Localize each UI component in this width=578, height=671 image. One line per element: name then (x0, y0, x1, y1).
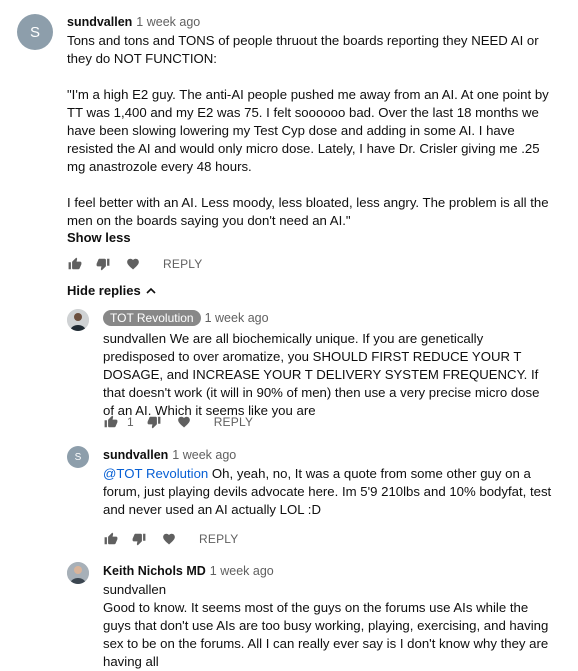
reply-author[interactable]: sundvallen (103, 448, 168, 462)
comment-author[interactable]: sundvallen (67, 15, 132, 29)
chevron-up-icon (146, 286, 156, 296)
reply-time[interactable]: 1 week ago (172, 448, 236, 462)
avatar-letter: S (29, 23, 40, 41)
comment-paragraph: Tons and tons and TONS of people thruout… (67, 33, 539, 66)
reply-avatar[interactable]: S (67, 446, 89, 468)
thumbs-up-icon[interactable] (103, 414, 119, 430)
reply-time[interactable]: 1 week ago (210, 564, 274, 578)
hide-replies-label: Hide replies (67, 283, 141, 298)
thumbs-up-icon[interactable] (67, 256, 83, 272)
reply-button[interactable]: REPLY (199, 532, 238, 546)
reply-author[interactable]: Keith Nichols MD (103, 564, 206, 578)
comment-body: Tons and tons and TONS of people thruout… (67, 32, 559, 230)
comment-actions: REPLY (67, 254, 202, 274)
reply-header: TOT Revolution 1 week ago (103, 309, 269, 327)
reply-actions: REPLY (103, 529, 238, 549)
comment-header: sundvallen 1 week ago (67, 13, 200, 31)
reply-time[interactable]: 1 week ago (205, 311, 269, 325)
reply-line: sundvallen (103, 582, 167, 597)
heart-icon[interactable] (176, 414, 192, 430)
reply-header: sundvallen 1 week ago (103, 446, 236, 464)
heart-icon[interactable] (125, 256, 141, 272)
thumbs-down-icon[interactable] (146, 414, 162, 430)
avatar[interactable]: S (17, 14, 53, 50)
reply-body: @TOT Revolution Oh, yeah, no, It was a q… (103, 465, 553, 519)
reply-header: Keith Nichols MD 1 week ago (103, 562, 274, 580)
reply-body: sundvallen Good to know. It seems most o… (103, 581, 553, 671)
reply-body: sundvallen We are all biochemically uniq… (103, 331, 540, 418)
author-badge[interactable]: TOT Revolution (103, 310, 201, 326)
comment-paragraph: "I'm a high E2 guy. The anti-AI people p… (67, 87, 549, 174)
hide-replies-button[interactable]: Hide replies (67, 283, 156, 298)
heart-icon[interactable] (161, 531, 177, 547)
reply-actions: 1 REPLY (103, 412, 253, 432)
thumbs-down-icon[interactable] (95, 256, 111, 272)
person-photo-icon (67, 562, 89, 584)
person-photo-icon (67, 309, 89, 331)
reply-button[interactable]: REPLY (214, 415, 253, 429)
reply-text: Good to know. It seems most of the guys … (103, 600, 549, 669)
reply-avatar[interactable] (67, 309, 89, 331)
thumbs-down-icon[interactable] (131, 531, 147, 547)
thumbs-up-icon[interactable] (103, 531, 119, 547)
like-count: 1 (127, 415, 134, 429)
reply-button[interactable]: REPLY (163, 257, 202, 271)
comment-paragraph: I feel better with an AI. Less moody, le… (67, 195, 549, 228)
comment-time[interactable]: 1 week ago (136, 15, 200, 29)
reply-avatar[interactable] (67, 562, 89, 584)
mention-link[interactable]: @TOT Revolution (103, 466, 208, 481)
avatar-letter: S (74, 451, 82, 463)
show-less-button[interactable]: Show less (67, 230, 131, 245)
